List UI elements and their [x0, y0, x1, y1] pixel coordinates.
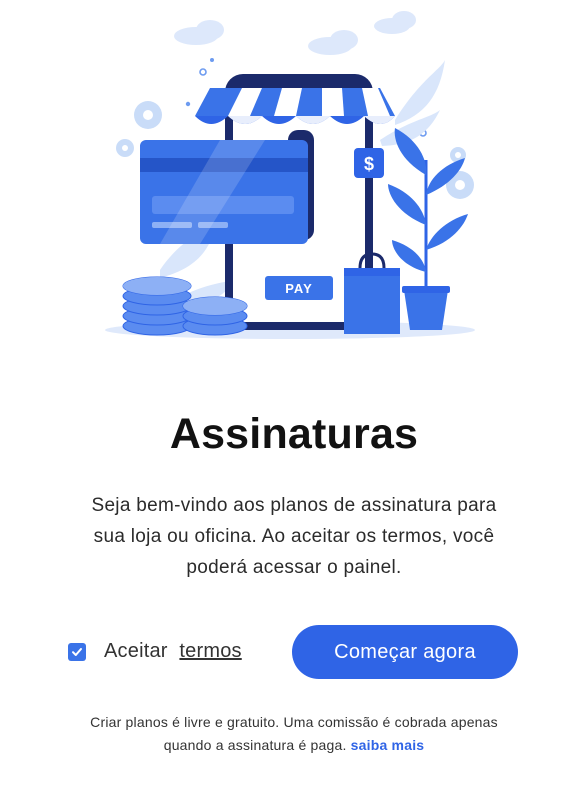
accept-label-text: Aceitar — [104, 640, 168, 662]
description-line: sua loja ou oficina. Ao aceitar os termo… — [93, 526, 495, 547]
accept-terms-label: Aceitar termos — [104, 640, 242, 663]
terms-link[interactable]: termos — [179, 640, 241, 662]
footer-line-2: quando a assinatura é paga. saiba mais — [20, 734, 568, 757]
start-now-button[interactable]: Começar agora — [292, 625, 518, 679]
accept-terms-checkbox-group[interactable]: Aceitar termos — [68, 640, 242, 663]
subscription-illustration: PAY $ — [105, 11, 475, 339]
cloud-icon — [174, 11, 416, 55]
welcome-description: Seja bem-vindo aos planos de assinatura … — [40, 490, 548, 583]
pay-label: PAY — [285, 281, 313, 296]
accept-terms-checkbox[interactable] — [68, 642, 86, 661]
description-line: poderá acessar o painel. — [186, 557, 402, 578]
description-line: Seja bem-vindo aos planos de assinatura … — [91, 495, 497, 516]
checkmark-icon — [72, 647, 82, 656]
dollar-badge-icon: $ — [354, 148, 384, 178]
page-title: Assinaturas — [169, 410, 419, 458]
learn-more-link[interactable]: saiba mais — [351, 737, 425, 753]
action-row: Aceitar termos Começar agora — [0, 624, 588, 680]
footer-line-text: quando a assinatura é paga. — [163, 737, 347, 753]
svg-text:$: $ — [364, 154, 374, 174]
footer-note: Criar planos é livre e gratuito. Uma com… — [20, 711, 568, 757]
footer-line: Criar planos é livre e gratuito. Uma com… — [90, 714, 498, 730]
credit-card-icon — [140, 140, 308, 244]
